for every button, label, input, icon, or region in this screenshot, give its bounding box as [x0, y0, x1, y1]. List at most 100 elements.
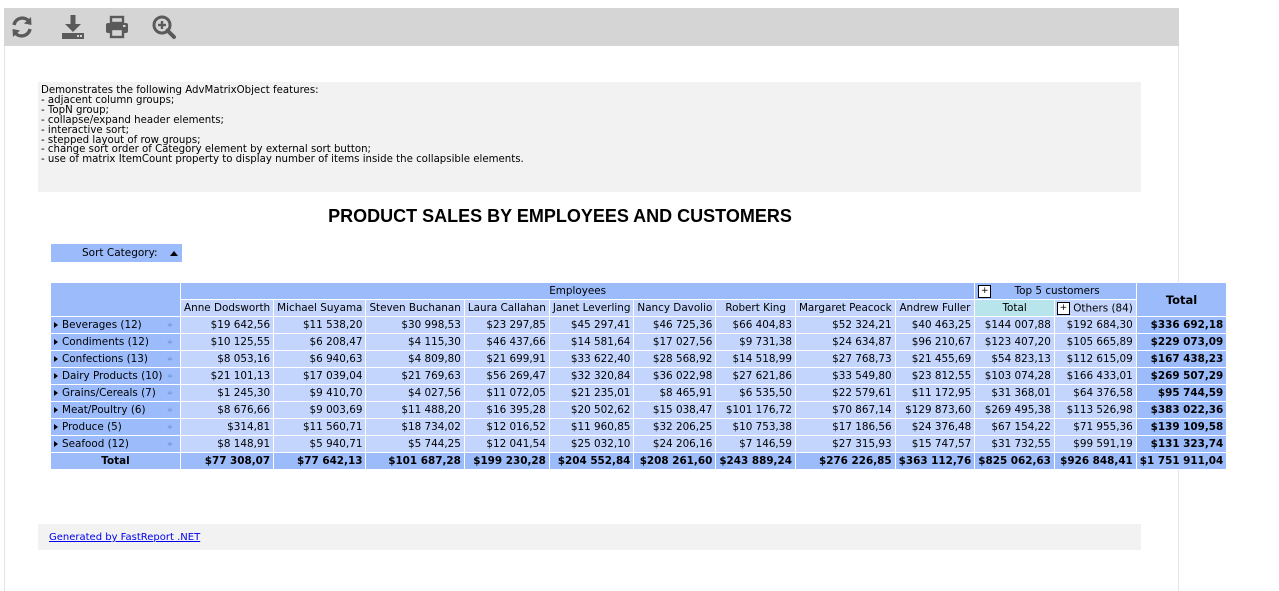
- top5-group-header: + Top 5 customers: [974, 282, 1137, 300]
- value-cell: $15 747,57: [894, 435, 976, 453]
- value-cell: $101 176,72: [715, 401, 796, 419]
- zoom-button[interactable]: [149, 12, 179, 42]
- print-button[interactable]: [102, 12, 132, 42]
- value-cell: $36 022,98: [633, 367, 717, 385]
- employee-header: Nancy Davolio: [633, 299, 717, 317]
- toolbar: [4, 8, 1179, 46]
- value-cell: $8 676,66: [179, 401, 275, 419]
- value-cell: $4 809,80: [365, 350, 465, 368]
- value-cell: $66 404,83: [715, 316, 796, 334]
- value-cell: $9 003,69: [273, 401, 367, 419]
- category-row-header[interactable]: Beverages (12) ≑: [50, 316, 181, 334]
- category-row-header[interactable]: Seafood (12) ≑: [50, 435, 181, 453]
- matrix-row: Seafood (12) ≑ $8 148,91 $5 940,71 $5 744,25…: [50, 435, 1228, 453]
- download-button[interactable]: [58, 12, 88, 42]
- others-cell: $99 591,19: [1053, 435, 1137, 453]
- sort-icon[interactable]: ≑: [167, 389, 173, 397]
- sort-icon[interactable]: ≑: [167, 338, 173, 346]
- expand-arrow-icon[interactable]: [54, 390, 58, 396]
- expand-arrow-icon[interactable]: [54, 339, 58, 345]
- value-cell: $46 437,66: [463, 333, 550, 351]
- value-cell: $21 769,63: [365, 367, 465, 385]
- employee-header: Margaret Peacock: [794, 299, 896, 317]
- value-cell: $45 297,41: [548, 316, 635, 334]
- total-cell: $276 226,85: [794, 452, 896, 470]
- value-cell: $10 125,55: [179, 333, 275, 351]
- expand-arrow-icon[interactable]: [54, 424, 58, 430]
- category-row-header[interactable]: Meat/Poultry (6) ≑: [50, 401, 181, 419]
- employee-header: Andrew Fuller: [894, 299, 976, 317]
- sort-icon[interactable]: ≑: [167, 355, 173, 363]
- row-total-cell: $229 073,09: [1135, 333, 1228, 351]
- expand-others-button[interactable]: +: [1056, 301, 1070, 315]
- expand-arrow-icon[interactable]: [54, 373, 58, 379]
- others-cell: $112 615,09: [1053, 350, 1137, 368]
- expand-arrow-icon[interactable]: [54, 322, 58, 328]
- employees-group-header: Employees: [179, 282, 976, 300]
- sort-icon[interactable]: ≑: [167, 406, 173, 414]
- sort-icon[interactable]: ≑: [167, 321, 173, 329]
- others-cell: $113 526,98: [1053, 401, 1137, 419]
- total-cell: $77 308,07: [179, 452, 275, 470]
- row-total-cell: $336 692,18: [1135, 316, 1228, 334]
- expand-arrow-icon[interactable]: [54, 407, 58, 413]
- total-cell: $363 112,76: [894, 452, 976, 470]
- top5-total-cell: $31 368,01: [974, 384, 1055, 402]
- category-row-header[interactable]: Grains/Cereals (7) ≑: [50, 384, 181, 402]
- row-total-cell: $139 109,58: [1135, 418, 1228, 436]
- others-label: Others (84): [1073, 302, 1133, 314]
- value-cell: $9 410,70: [273, 384, 367, 402]
- category-row-header[interactable]: Dairy Products (10) ≑: [50, 367, 181, 385]
- expand-top5-button[interactable]: +: [978, 284, 992, 298]
- employee-header: Laura Callahan: [463, 299, 550, 317]
- category-label: Seafood (12): [62, 438, 129, 450]
- employee-header: Steven Buchanan: [365, 299, 465, 317]
- category-row-header[interactable]: Confections (13) ≑: [50, 350, 181, 368]
- value-cell: $6 535,50: [715, 384, 796, 402]
- value-cell: $32 206,25: [633, 418, 717, 436]
- matrix-row: Produce (5) ≑ $314,81 $11 560,71 $18 734,02 $…: [50, 418, 1228, 436]
- expand-arrow-icon[interactable]: [54, 356, 58, 362]
- category-label: Grains/Cereals (7): [62, 387, 156, 399]
- value-cell: $70 867,14: [794, 401, 896, 419]
- corner-cell: [50, 282, 181, 317]
- row-total-cell: $167 438,23: [1135, 350, 1228, 368]
- others-cell: $64 376,58: [1053, 384, 1137, 402]
- fastreport-link[interactable]: Generated by FastReport .NET: [49, 532, 200, 543]
- total-cell: $204 552,84: [548, 452, 635, 470]
- sort-category-label: Sort Category:: [82, 247, 158, 259]
- others-cell: $71 955,36: [1053, 418, 1137, 436]
- sort-category-button[interactable]: Sort Category:: [51, 244, 182, 262]
- expand-arrow-icon[interactable]: [54, 441, 58, 447]
- value-cell: $52 324,21: [794, 316, 896, 334]
- value-cell: $17 186,56: [794, 418, 896, 436]
- refresh-icon: [12, 16, 32, 38]
- employee-header: Robert King: [715, 299, 796, 317]
- top5-total-header: Total: [974, 299, 1055, 317]
- category-label: Produce (5): [62, 421, 122, 433]
- top5-total-cell: $144 007,88: [974, 316, 1055, 334]
- category-row-header[interactable]: Condiments (12) ≑: [50, 333, 181, 351]
- sort-icon[interactable]: ≑: [167, 372, 173, 380]
- value-cell: $1 245,30: [179, 384, 275, 402]
- refresh-button[interactable]: [7, 12, 37, 42]
- value-cell: $314,81: [179, 418, 275, 436]
- employee-header: Anne Dodsworth: [179, 299, 275, 317]
- matrix-row: Beverages (12) ≑ $19 642,56 $11 538,20 $30 9…: [50, 316, 1228, 334]
- employee-header: Janet Leverling: [548, 299, 635, 317]
- value-cell: $17 039,04: [273, 367, 367, 385]
- report-title: PRODUCT SALES BY EMPLOYEES AND CUSTOMERS: [328, 206, 792, 226]
- value-cell: $17 027,56: [633, 333, 717, 351]
- value-cell: $15 038,47: [633, 401, 717, 419]
- total-cell: $243 889,24: [715, 452, 796, 470]
- sort-icon[interactable]: ≑: [167, 423, 173, 431]
- value-cell: $16 395,28: [463, 401, 550, 419]
- top5-total-cell: $31 732,55: [974, 435, 1055, 453]
- value-cell: $22 579,61: [794, 384, 896, 402]
- total-cell: $199 230,28: [463, 452, 550, 470]
- category-row-header[interactable]: Produce (5) ≑: [50, 418, 181, 436]
- value-cell: $20 502,62: [548, 401, 635, 419]
- value-cell: $32 320,84: [548, 367, 635, 385]
- sort-icon[interactable]: ≑: [167, 440, 173, 448]
- row-total-cell: $383 022,36: [1135, 401, 1228, 419]
